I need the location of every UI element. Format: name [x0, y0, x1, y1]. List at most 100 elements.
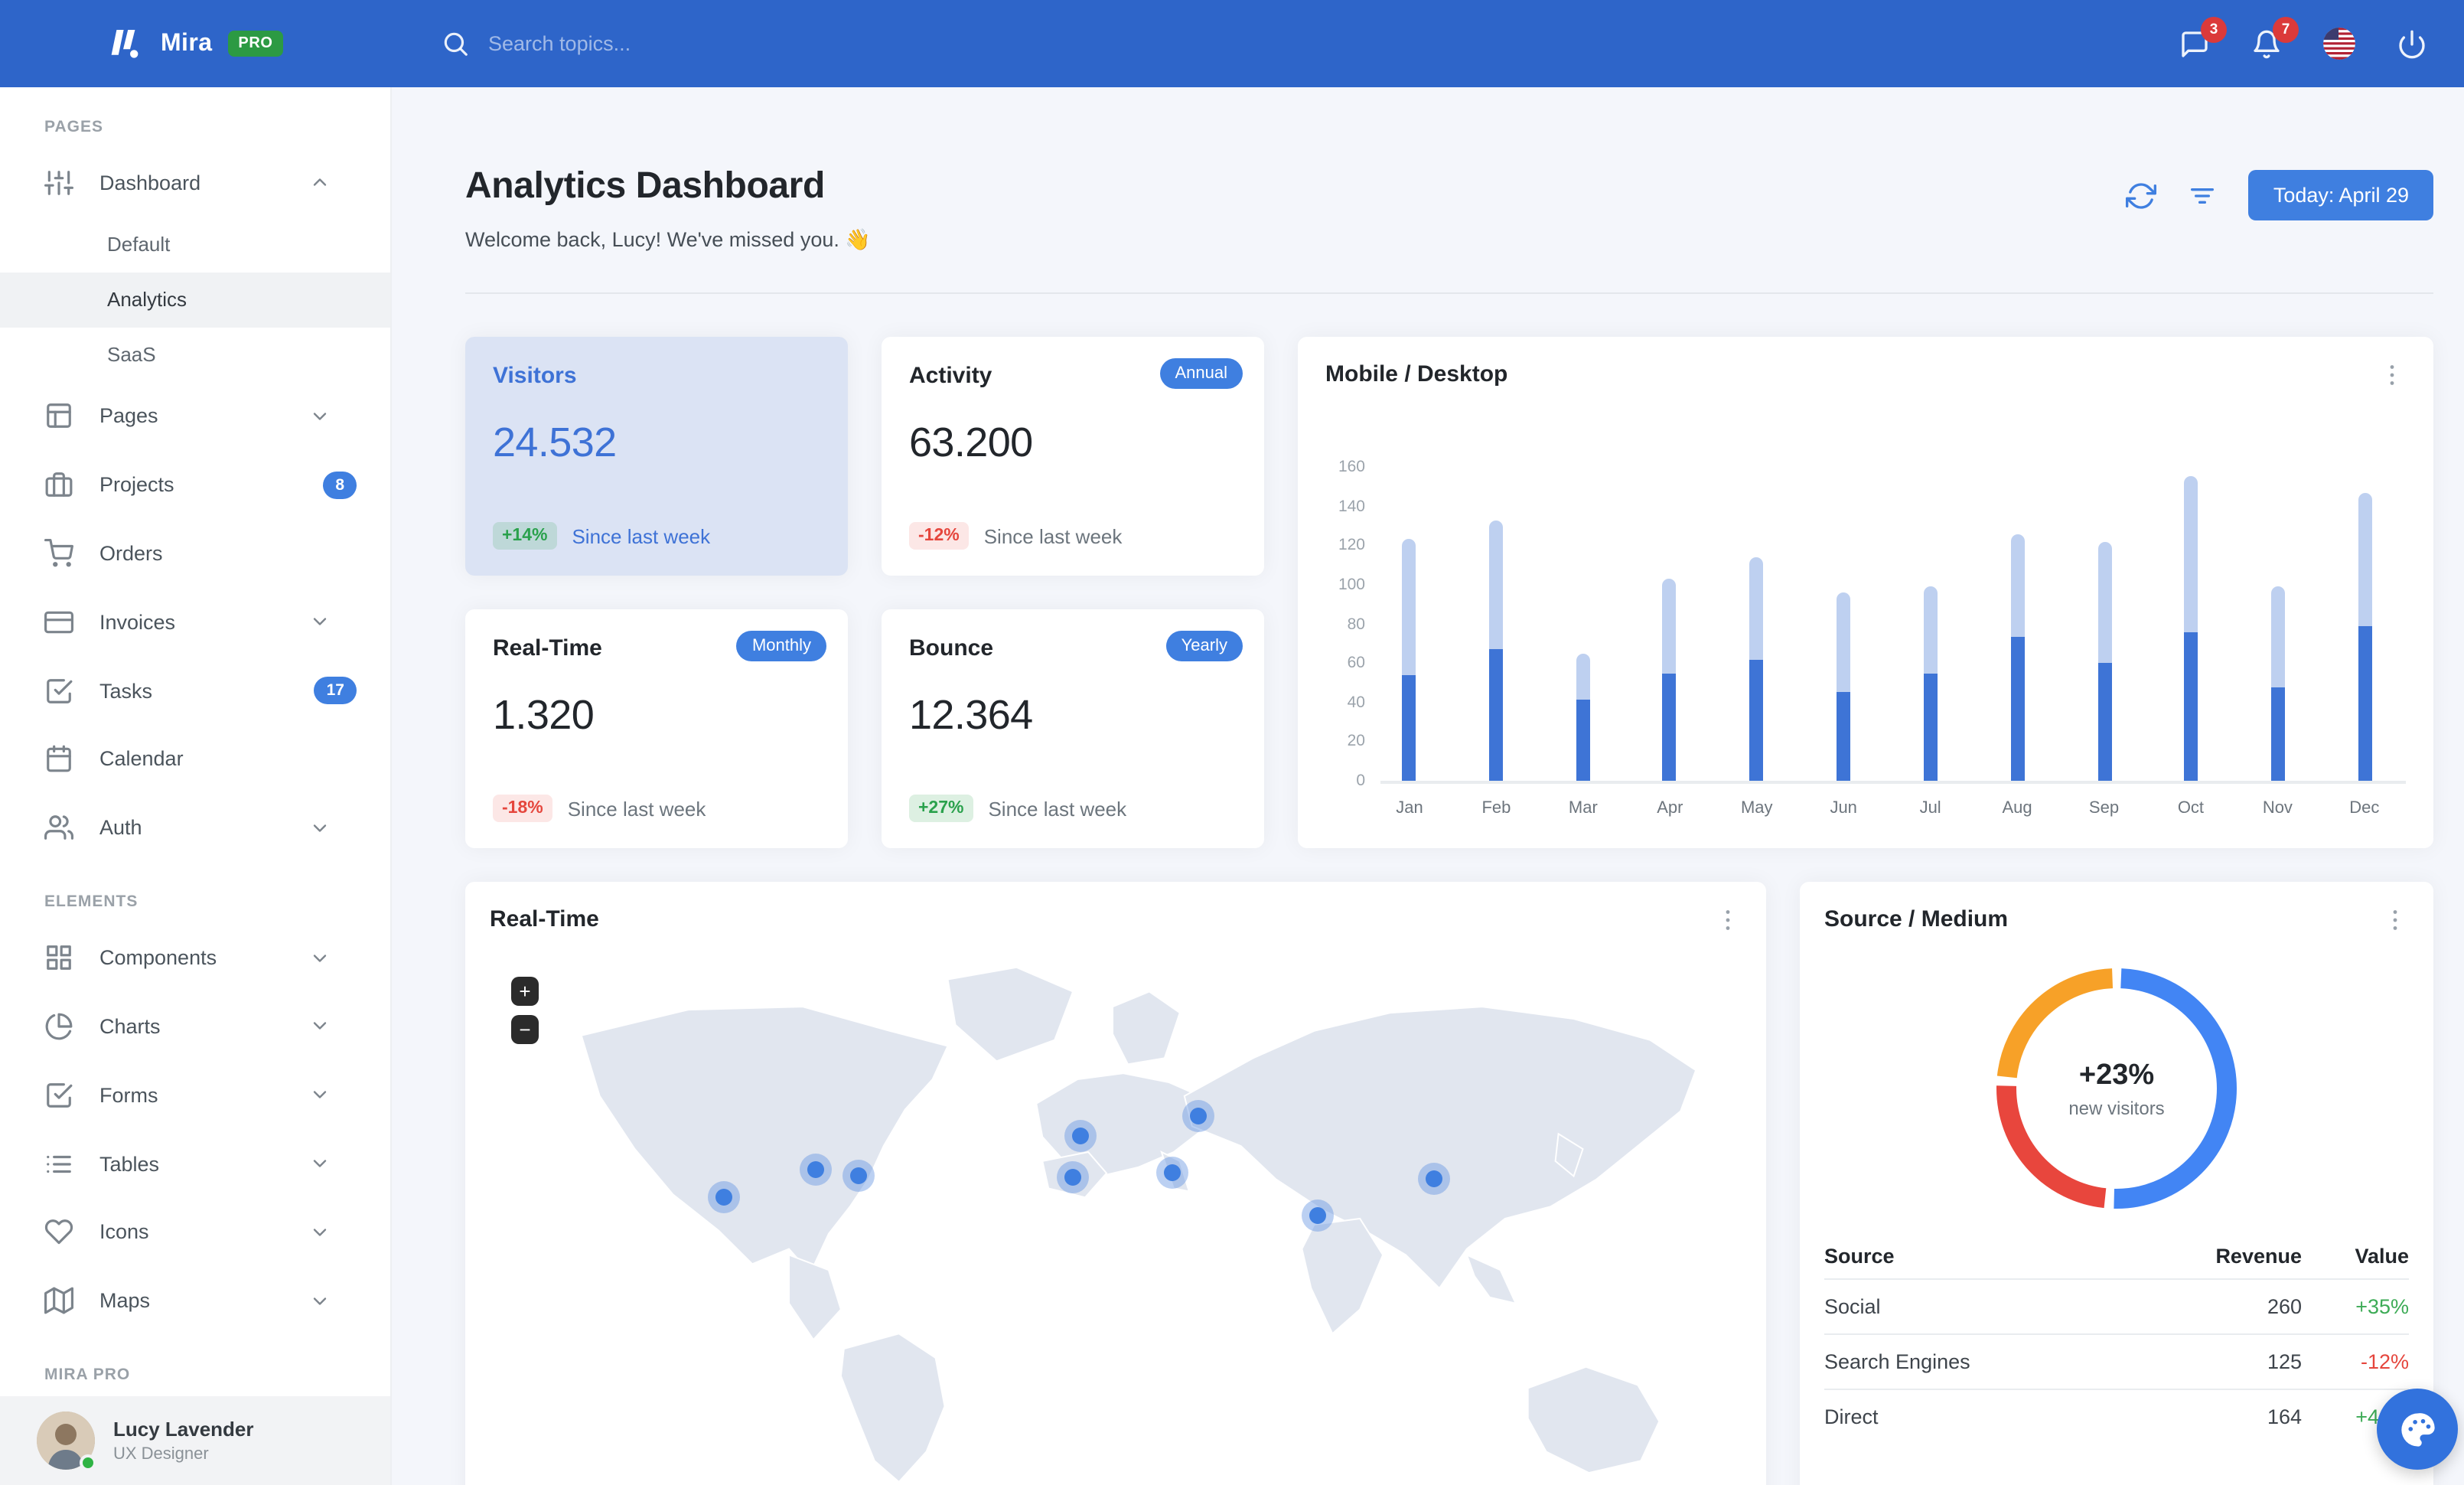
sidebar-item-auth[interactable]: Auth [0, 794, 390, 863]
tasks-count-badge: 17 [314, 677, 357, 705]
y-tick-label: 20 [1347, 732, 1365, 751]
sidebar-item-default[interactable]: Default [0, 217, 390, 273]
map-marker-1[interactable] [715, 1188, 732, 1206]
kebab-icon [2378, 361, 2406, 389]
bar-feb [1488, 520, 1503, 781]
sidebar-item-saas[interactable]: SaaS [0, 327, 390, 382]
stat-card-realtime: Real-Time Monthly 1.320 -18% Since last … [465, 609, 848, 848]
kebab-icon [1714, 906, 1742, 934]
zoom-out-button[interactable]: − [511, 1015, 539, 1044]
card-menu-button[interactable] [2381, 906, 2409, 934]
theme-settings-fab[interactable] [2377, 1389, 2458, 1470]
table-row[interactable]: Direct 164 +46% [1824, 1389, 2409, 1444]
map-marker-9[interactable] [1425, 1170, 1442, 1188]
sidebar-item-label: Tables [99, 1152, 160, 1176]
map-marker-5[interactable] [1064, 1169, 1082, 1186]
search-input[interactable] [488, 32, 825, 55]
user-footer[interactable]: Lucy Lavender UX Designer [0, 1396, 390, 1485]
map-marker-2[interactable] [807, 1160, 824, 1178]
sidebar-item-components[interactable]: Components [0, 923, 390, 992]
search-box[interactable] [441, 29, 825, 58]
map-marker-6[interactable] [1163, 1164, 1181, 1181]
sidebar-item-label: Orders [99, 541, 163, 565]
sidebar-item-charts[interactable]: Charts [0, 992, 390, 1061]
table-row[interactable]: Search Engines 125 -12% [1824, 1333, 2409, 1389]
stat-value: 1.320 [493, 692, 595, 738]
chevron-down-icon [309, 1291, 357, 1312]
bar-sep [2097, 541, 2111, 781]
sidebar-item-analytics[interactable]: Analytics [0, 272, 390, 328]
x-tick-label: Jul [1919, 799, 1941, 818]
messages-button[interactable]: 3 [2179, 16, 2227, 59]
cell-value: -12% [2302, 1333, 2409, 1389]
stat-note: Since last week [983, 524, 1123, 547]
refresh-button[interactable] [2127, 180, 2157, 211]
bar-segment-mobile [2097, 663, 2111, 781]
sidebar-item-maps[interactable]: Maps [0, 1267, 390, 1336]
sidebar-item-label: Pages [99, 404, 158, 428]
sidebar-item-forms[interactable]: Forms [0, 1061, 390, 1130]
bar-jan [1402, 539, 1416, 781]
brand[interactable]: Mira PRO [0, 23, 392, 64]
world-map[interactable]: + − [490, 952, 1742, 1485]
stat-value: 24.532 [493, 419, 617, 465]
mira-logo-icon [111, 30, 139, 58]
bar-segment-mobile [2184, 632, 2198, 781]
filter-icon [2188, 180, 2218, 211]
cell-source: Social [1824, 1278, 2164, 1334]
map-marker-4[interactable] [1072, 1128, 1090, 1145]
sidebar-item-pages[interactable]: Pages [0, 382, 390, 451]
x-tick-label: Jan [1396, 799, 1423, 818]
bar-segment-desktop [2184, 476, 2198, 632]
card-menu-button[interactable] [1714, 906, 1742, 934]
change-badge: -12% [909, 522, 969, 550]
map-marker-8[interactable] [1309, 1206, 1326, 1224]
online-status-dot [80, 1454, 96, 1472]
bar-oct [2184, 476, 2198, 781]
map-marker-3[interactable] [850, 1167, 868, 1184]
bar-segment-mobile [1749, 659, 1764, 781]
grid-icon [44, 943, 73, 972]
notifications-button[interactable]: 7 [2251, 16, 2299, 59]
sidebar-item-projects[interactable]: Projects 8 [0, 450, 390, 519]
sidebar-section-mira-pro: MIRA PRO [44, 1366, 131, 1385]
map-marker-7[interactable] [1189, 1107, 1207, 1124]
bar-jun [1837, 592, 1851, 781]
sidebar-item-invoices[interactable]: Invoices [0, 588, 390, 657]
bar-segment-desktop [2271, 586, 2286, 687]
table-row[interactable]: Social 260 +35% [1824, 1278, 2409, 1334]
period-badge: Monthly [736, 631, 826, 661]
y-tick-label: 100 [1338, 575, 1365, 594]
sidebar-item-tasks[interactable]: Tasks 17 [0, 656, 390, 725]
sidebar-item-tables[interactable]: Tables [0, 1129, 390, 1198]
bar-nov [2271, 586, 2286, 781]
bar-mar [1576, 653, 1590, 781]
check-square-icon [44, 676, 73, 705]
date-range-button[interactable]: Today: April 29 [2248, 170, 2433, 220]
chart-title: Mobile / Desktop [1325, 361, 1508, 387]
sidebar-item-icons[interactable]: Icons [0, 1198, 390, 1267]
credit-card-icon [44, 608, 73, 637]
sidebar-item-label: Components [99, 946, 217, 970]
bar-segment-desktop [1837, 592, 1851, 693]
source-medium-title: Source / Medium [1824, 906, 2009, 932]
language-button[interactable] [2323, 28, 2355, 60]
sidebar: PAGES Dashboard Default Analytics SaaS P… [0, 87, 392, 1485]
filter-button[interactable] [2188, 180, 2218, 211]
sidebar-subitem-label: SaaS [107, 342, 156, 366]
refresh-icon [2127, 180, 2157, 211]
bar-segment-desktop [1923, 586, 1938, 674]
world-map-svg [580, 966, 1697, 1482]
page-subtitle: Welcome back, Lucy! We've missed you. 👋 [465, 228, 871, 251]
sidebar-item-dashboard[interactable]: Dashboard [0, 148, 390, 217]
sidebar-item-calendar[interactable]: Calendar [0, 725, 390, 794]
card-menu-button[interactable] [2378, 361, 2406, 389]
list-icon [44, 1149, 73, 1178]
sign-out-button[interactable] [2397, 28, 2427, 59]
pie-chart-icon [44, 1012, 73, 1041]
sidebar-item-orders[interactable]: Orders [0, 519, 390, 588]
col-header-source: Source [1824, 1245, 1895, 1268]
zoom-in-button[interactable]: + [511, 977, 539, 1006]
users-icon [44, 814, 73, 843]
map-title: Real-Time [490, 906, 599, 932]
